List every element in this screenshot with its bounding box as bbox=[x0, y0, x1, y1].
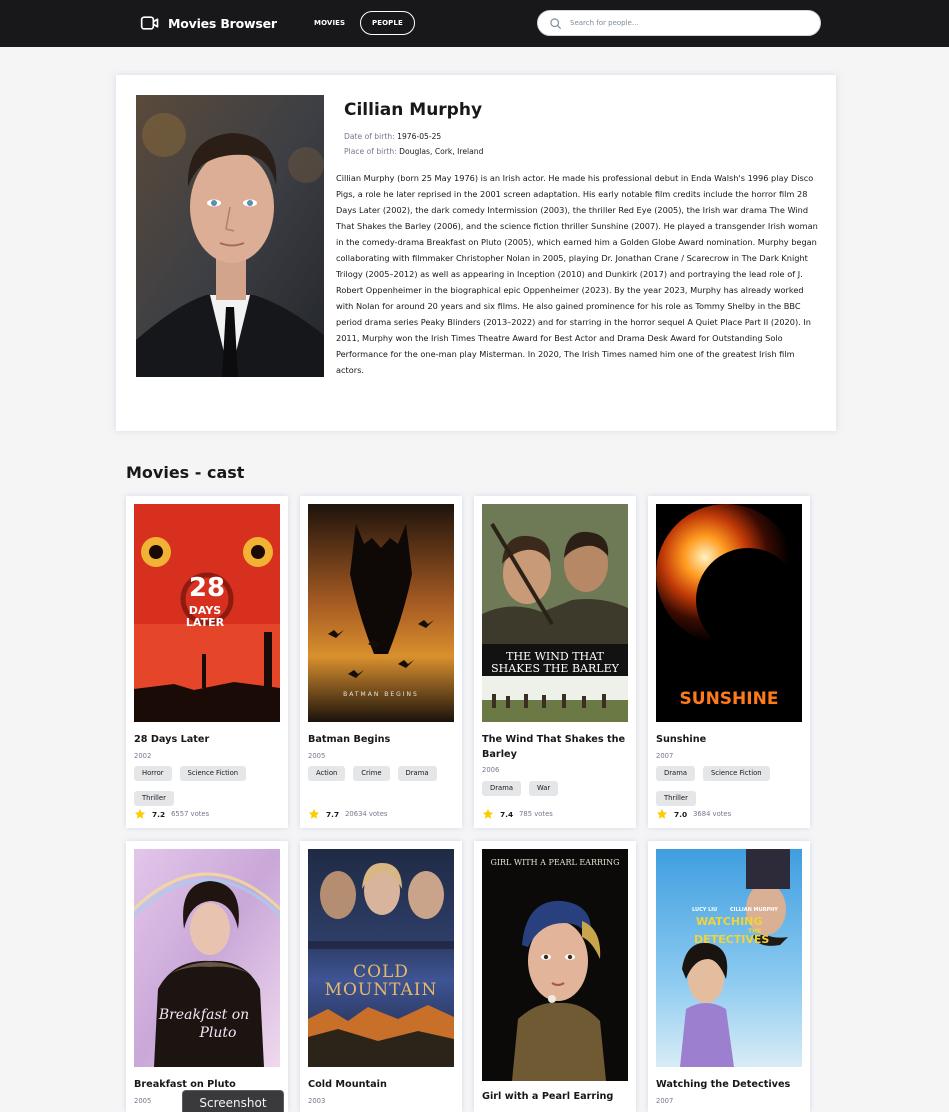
poster-text-watching: WATCHING bbox=[696, 915, 762, 928]
search-input[interactable] bbox=[570, 19, 800, 27]
poster-text-cast1: LUCY LIU bbox=[692, 907, 717, 913]
movie-year: 2007 bbox=[656, 1097, 674, 1105]
vote-count: 785 votes bbox=[519, 810, 553, 818]
movie-title: Girl with a Pearl Earring bbox=[482, 1091, 614, 1102]
top-navigation-bar: Movies Browser MOVIES PEOPLE bbox=[0, 0, 949, 47]
movie-year: 2005 bbox=[134, 1097, 152, 1105]
movie-rating: 7.2 6557 votes bbox=[134, 808, 209, 820]
movie-poster: LUCY LIU CILLIAN MURPHY WATCHING THE DET… bbox=[656, 849, 802, 1067]
genre-list: Drama War bbox=[482, 781, 632, 796]
date-of-birth-label: Date of birth: bbox=[344, 132, 395, 141]
movie-year: 2005 bbox=[308, 752, 326, 760]
poster-text-sunshine: SUNSHINE bbox=[680, 689, 779, 709]
movie-year: 2007 bbox=[656, 752, 674, 760]
movie-year: 2006 bbox=[482, 766, 500, 774]
movie-poster: GIRL WITH A PEARL EARRING bbox=[482, 849, 628, 1081]
poster-text-mountain: MOUNTAIN bbox=[325, 980, 438, 1000]
genre-tag: Drama bbox=[397, 766, 437, 781]
genre-tag: Crime bbox=[353, 766, 390, 781]
star-icon bbox=[656, 809, 668, 819]
movie-rating: 7.4 785 votes bbox=[482, 808, 553, 820]
rating-value: 7.2 bbox=[152, 809, 166, 819]
movie-title: 28 Days Later bbox=[134, 734, 210, 745]
date-of-birth-value: 1976-05-25 bbox=[397, 132, 442, 141]
movie-tile[interactable]: Breakfast on Pluto Breakfast on Pluto 20… bbox=[126, 841, 288, 1112]
person-biography: Cillian Murphy (born 25 May 1976) is an … bbox=[136, 170, 818, 378]
poster-text-title: GIRL WITH A PEARL EARRING bbox=[490, 858, 619, 867]
genre-list: Horror Science Fiction Thriller bbox=[134, 766, 284, 806]
movie-tile[interactable]: LUCY LIU CILLIAN MURPHY WATCHING THE DET… bbox=[648, 841, 810, 1112]
star-icon bbox=[308, 809, 320, 819]
place-of-birth-value: Douglas, Cork, Ireland bbox=[399, 147, 484, 156]
rating-value: 7.7 bbox=[326, 809, 340, 819]
genre-tag: Horror bbox=[134, 766, 172, 781]
genre-tag: Action bbox=[308, 766, 346, 781]
poster-text-cast2: CILLIAN MURPHY bbox=[730, 907, 778, 913]
poster-text-detectives: DETECTIVES bbox=[694, 933, 769, 946]
movie-poster: SUNSHINE bbox=[656, 504, 802, 722]
person-details-card: Cillian Murphy Date of birth: 1976-05-25… bbox=[116, 75, 836, 431]
place-of-birth: Place of birth: Douglas, Cork, Ireland bbox=[344, 147, 483, 156]
movie-poster: COLD MOUNTAIN bbox=[308, 849, 454, 1067]
vote-count: 20634 votes bbox=[345, 810, 388, 818]
movie-title: Cold Mountain bbox=[308, 1079, 387, 1090]
poster-text-cold: COLD bbox=[353, 962, 409, 982]
people-search-box[interactable] bbox=[537, 10, 821, 36]
star-icon bbox=[482, 809, 494, 819]
rating-value: 7.4 bbox=[500, 809, 514, 819]
place-of-birth-label: Place of birth: bbox=[344, 147, 397, 156]
screenshot-label[interactable]: Screenshot bbox=[182, 1090, 284, 1112]
movie-year: 2002 bbox=[134, 752, 152, 760]
poster-text-line2: Pluto bbox=[199, 1025, 237, 1041]
poster-text-line2: SHAKES THE BARLEY bbox=[491, 662, 619, 675]
video-camera-icon bbox=[140, 16, 159, 30]
movies-cast-heading: Movies - cast bbox=[126, 463, 245, 482]
movie-tile[interactable]: THE WIND THAT SHAKES THE BARLEY The Wind… bbox=[474, 496, 636, 828]
genre-tag: Science Fiction bbox=[179, 766, 247, 781]
star-icon bbox=[134, 809, 146, 819]
movie-poster: Breakfast on Pluto bbox=[134, 849, 280, 1067]
movie-year: 2003 bbox=[308, 1097, 326, 1105]
genre-tag: Thriller bbox=[134, 791, 174, 806]
genre-tag: Thriller bbox=[656, 791, 696, 806]
poster-text-later: LATER bbox=[186, 616, 225, 629]
movie-title: Batman Begins bbox=[308, 734, 391, 745]
genre-tag: War bbox=[528, 781, 559, 796]
movie-title: The Wind That Shakes the Barley bbox=[482, 734, 626, 760]
movie-poster: 28 DAYS LATER bbox=[134, 504, 280, 722]
person-name: Cillian Murphy bbox=[344, 100, 483, 120]
movie-tile[interactable]: COLD MOUNTAIN Cold Mountain 2003 bbox=[300, 841, 462, 1112]
brand-title: Movies Browser bbox=[168, 15, 277, 31]
movie-rating: 7.7 20634 votes bbox=[308, 808, 387, 820]
movie-tile[interactable]: 28 DAYS LATER 28 Days Later 2002 Horror … bbox=[126, 496, 288, 828]
movie-tile[interactable]: BATMAN BEGINS Batman Begins 2005 Action … bbox=[300, 496, 462, 828]
vote-count: 6557 votes bbox=[171, 810, 210, 818]
movie-rating: 7.0 3684 votes bbox=[656, 808, 731, 820]
genre-tag: Science Fiction bbox=[702, 766, 770, 781]
nav-people-tab[interactable]: PEOPLE bbox=[360, 11, 415, 35]
genre-list: Action Crime Drama bbox=[308, 766, 458, 781]
poster-text-batman-begins: BATMAN BEGINS bbox=[343, 691, 419, 698]
date-of-birth: Date of birth: 1976-05-25 bbox=[344, 132, 441, 141]
rating-value: 7.0 bbox=[674, 809, 688, 819]
movie-poster: THE WIND THAT SHAKES THE BARLEY bbox=[482, 504, 628, 722]
brand-logo[interactable]: Movies Browser bbox=[140, 13, 277, 33]
movie-tile[interactable]: SUNSHINE Sunshine 2007 Drama Science Fic… bbox=[648, 496, 810, 828]
poster-text-28: 28 bbox=[189, 573, 225, 603]
genre-list: Drama Science Fiction Thriller bbox=[656, 766, 806, 806]
search-icon bbox=[550, 17, 561, 29]
vote-count: 3684 votes bbox=[693, 810, 732, 818]
movie-tile[interactable]: GIRL WITH A PEARL EARRING Girl with a Pe… bbox=[474, 841, 636, 1112]
movie-title: Watching the Detectives bbox=[656, 1079, 791, 1090]
movie-title: Sunshine bbox=[656, 734, 707, 745]
movie-poster: BATMAN BEGINS bbox=[308, 504, 454, 722]
genre-tag: Drama bbox=[482, 781, 521, 796]
nav-movies-tab[interactable]: MOVIES bbox=[302, 11, 357, 35]
poster-text-line1: Breakfast on bbox=[158, 1007, 249, 1023]
genre-tag: Drama bbox=[656, 766, 695, 781]
